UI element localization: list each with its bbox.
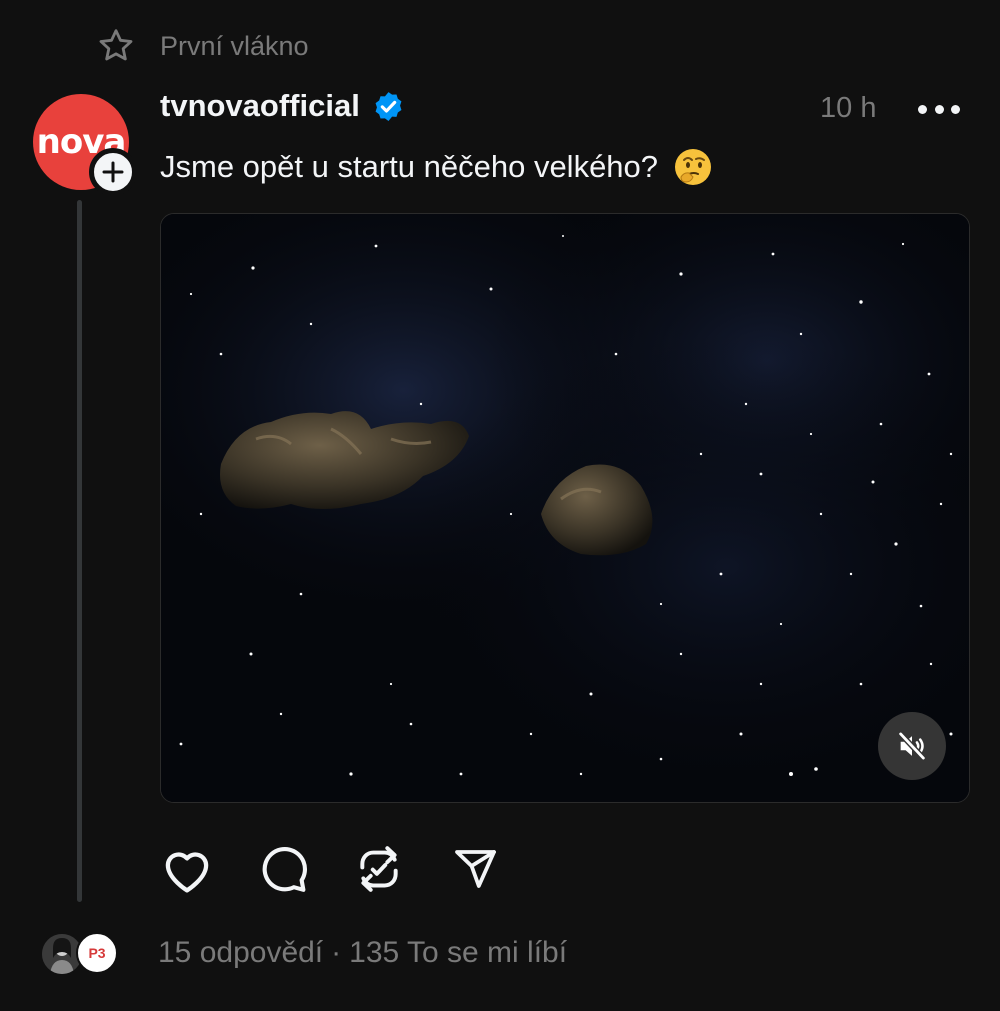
repost-button[interactable] xyxy=(350,840,408,898)
share-button[interactable] xyxy=(446,840,504,898)
follow-button[interactable] xyxy=(89,148,137,196)
author-username[interactable]: tvnovaofficial xyxy=(160,88,360,124)
stats-separator: · xyxy=(331,936,342,969)
more-dot-icon xyxy=(951,104,960,114)
space-asteroids-image xyxy=(161,214,969,802)
heart-icon xyxy=(165,852,209,893)
verified-badge-icon xyxy=(375,91,402,121)
more-options-button[interactable] xyxy=(918,97,960,121)
post-video[interactable] xyxy=(160,213,970,803)
replier-avatar-text: P3 xyxy=(88,945,106,961)
repost-icon xyxy=(360,846,398,892)
post-header: tvnovaofficial xyxy=(160,88,405,124)
replier-avatar: P3 xyxy=(76,932,118,974)
comment-icon xyxy=(262,846,307,892)
mute-toggle-button[interactable] xyxy=(878,712,946,780)
star-icon[interactable] xyxy=(96,26,136,66)
thread-header: První vlákno xyxy=(96,26,309,66)
plus-icon xyxy=(102,161,124,183)
thinking-face-emoji-icon xyxy=(675,149,712,185)
send-icon xyxy=(455,850,496,888)
thread-line xyxy=(77,200,82,902)
more-dot-icon xyxy=(934,104,944,114)
post-timestamp: 10 h xyxy=(820,92,877,124)
thread-header-label: První vlákno xyxy=(160,30,309,61)
speaker-muted-icon xyxy=(897,731,927,761)
like-button[interactable] xyxy=(158,840,216,898)
replies-count[interactable]: 15 odpovědí xyxy=(158,936,323,969)
more-dot-icon xyxy=(918,104,927,114)
post-actions xyxy=(158,840,518,900)
reply-button[interactable] xyxy=(254,840,312,898)
post-text: Jsme opět u startu něčeho velkého? xyxy=(160,149,659,184)
post-stats: 15 odpovědí · 135 To se mi líbí xyxy=(158,936,567,970)
post-body: Jsme opět u startu něčeho velkého? xyxy=(160,146,714,188)
likes-count[interactable]: 135 To se mi líbí xyxy=(349,936,567,969)
replier-avatars[interactable]: P3 xyxy=(40,932,120,976)
